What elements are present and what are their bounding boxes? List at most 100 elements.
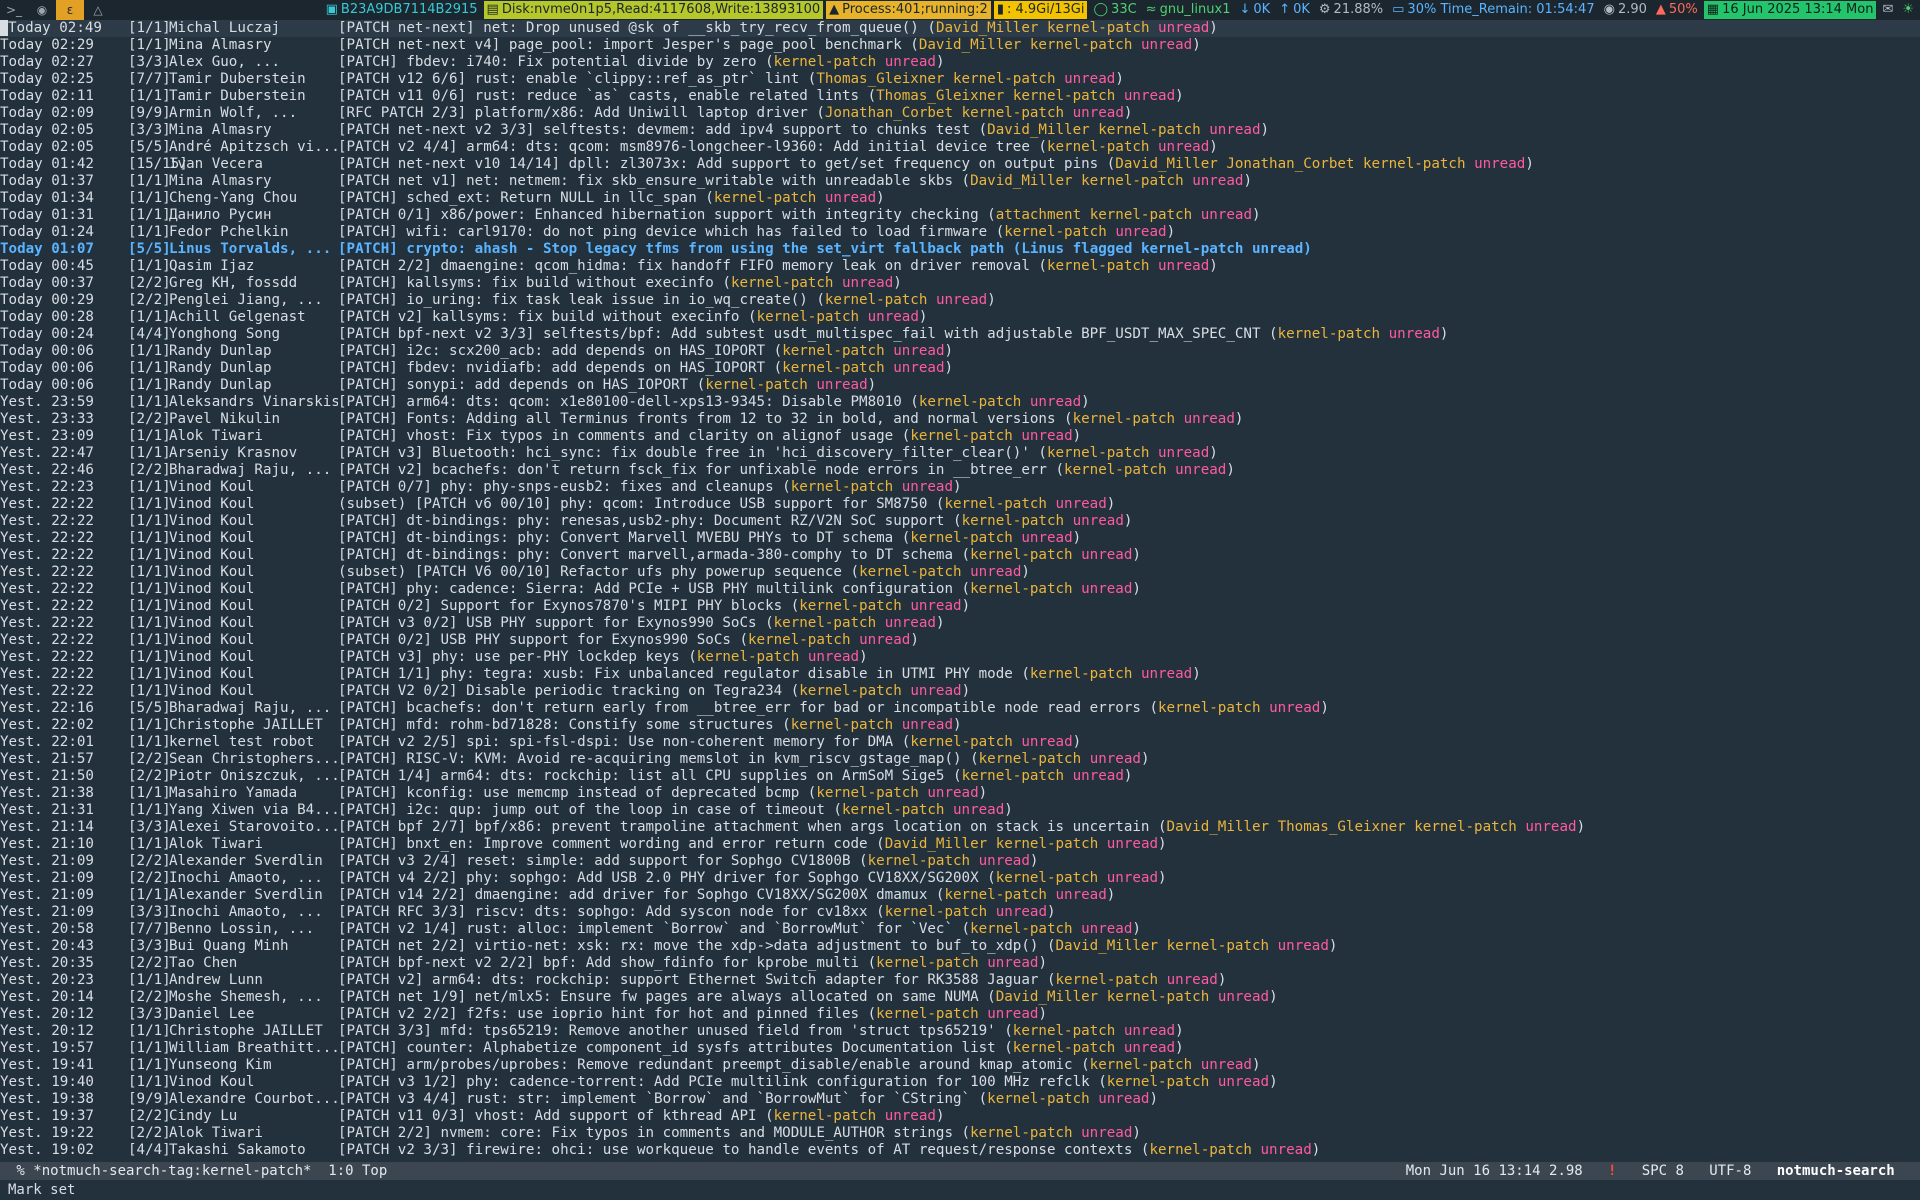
thread-row[interactable]: Today 02:27 [3/3] Alex Guo, ... [PATCH] fbd… [0, 54, 1920, 71]
thread-row[interactable]: Yest. 20:23 [1/1] Andrew Lunn [PATCH v2] ar… [0, 972, 1920, 989]
thread-row[interactable]: Yest. 19:57 [1/1] William Breathitt... [PAT… [0, 1040, 1920, 1057]
tag-label: kernel-patch [1029, 37, 1133, 53]
thread-row[interactable]: Yest. 21:09 [3/3] Inochi Amaoto, ... [PATCH… [0, 904, 1920, 921]
thread-row[interactable]: Yest. 21:31 [1/1] Yang Xiwen via B4... [PAT… [0, 802, 1920, 819]
modeline-warning: ! [1608, 1163, 1617, 1179]
thread-row[interactable]: Yest. 22:22 [1/1] Vinod Koul [PATCH 1/1] ph… [0, 666, 1920, 683]
thread-row[interactable]: Yest. 19:37 [2/2] Cindy Lu [PATCH v11 0/3] … [0, 1108, 1920, 1125]
thread-tags: (kernel-patch unread) [679, 649, 868, 665]
thread-count: [5/5] [128, 700, 171, 716]
thread-row[interactable]: Today 01:07 [5/5] Linus Torvalds, ... [PATC… [0, 241, 1920, 258]
thread-row[interactable]: Today 00:06 [1/1] Randy Dunlap [PATCH] i2c:… [0, 343, 1920, 360]
tag-label: unread [1021, 428, 1073, 444]
thread-row[interactable]: Yest. 22:22 [1/1] Vinod Koul [PATCH] dt-bin… [0, 547, 1920, 564]
browser-workspace-icon[interactable]: ◉ [28, 0, 56, 20]
thread-subject-cell: [PATCH] phy: cadence: Sierra: Add PCIe +… [338, 581, 1920, 598]
thread-row[interactable]: Today 01:24 [1/1] Fedor Pchelkin [PATCH] wi… [0, 224, 1920, 241]
tag-label: kernel-patch [918, 394, 1022, 410]
thread-row[interactable]: Yest. 22:46 [2/2] Bharadwaj Raju, ... [PATC… [0, 462, 1920, 479]
thread-row[interactable]: Today 00:06 [1/1] Randy Dunlap [PATCH] fbde… [0, 360, 1920, 377]
thread-row[interactable]: Today 02:25 [7/7] Tamir Duberstein [PATCH v… [0, 71, 1920, 88]
thread-row[interactable]: Yest. 20:12 [3/3] Daniel Lee [PATCH v2 2/2]… [0, 1006, 1920, 1023]
thread-row[interactable]: Today 00:45 [1/1] Qasim Ijaz [PATCH 2/2] dm… [0, 258, 1920, 275]
thread-row[interactable]: Yest. 19:38 [9/9] Alexandre Courbot... [PAT… [0, 1091, 1920, 1108]
thread-row[interactable]: Yest. 22:22 [1/1] Vinod Koul [PATCH] dt-bin… [0, 513, 1920, 530]
thread-count: [1/1] [128, 190, 171, 206]
thread-row[interactable]: Yest. 19:02 [4/4] Takashi Sakamoto [PATCH v… [0, 1142, 1920, 1159]
thread-row[interactable]: Yest. 22:22 [1/1] Vinod Koul [PATCH 0/2] Su… [0, 598, 1920, 615]
thread-date: Yest. 19:40 [0, 1074, 94, 1090]
thread-row[interactable]: Today 02:11 [1/1] Tamir Duberstein [PATCH v… [0, 88, 1920, 105]
thread-row[interactable]: Yest. 22:47 [1/1] Arseniy Krasnov [PATCH v3… [0, 445, 1920, 462]
tag-label: David_Miller [1055, 938, 1159, 954]
battery-icon: ▭ [1392, 2, 1405, 17]
thread-row[interactable]: Today 01:34 [1/1] Cheng-Yang Chou [PATCH] s… [0, 190, 1920, 207]
volume-indicator[interactable]: ▲ 50% [1653, 1, 1701, 19]
thread-row[interactable]: Yest. 22:22 [1/1] Vinod Koul (subset) [PATC… [0, 496, 1920, 513]
minibuffer[interactable]: Mark set [0, 1180, 1920, 1200]
thread-row[interactable]: Yest. 21:09 [2/2] Inochi Amaoto, ... [PATCH… [0, 870, 1920, 887]
thread-row[interactable]: Yest. 23:09 [1/1] Alok Tiwari [PATCH] vhost… [0, 428, 1920, 445]
thread-row[interactable]: Yest. 22:01 [1/1] kernel test robot [PATCH … [0, 734, 1920, 751]
thread-subject: [PATCH] phy: cadence: Sierra: Add PCIe +… [338, 581, 953, 597]
thread-row[interactable]: Yest. 20:35 [2/2] Tao Chen [PATCH bpf-next … [0, 955, 1920, 972]
thread-row[interactable]: Today 00:24 [4/4] Yonghong Song [PATCH bpf-… [0, 326, 1920, 343]
thread-row[interactable]: Yest. 21:50 [2/2] Piotr Oniszczuk, ... [PAT… [0, 768, 1920, 785]
thread-subject: [PATCH v2] arm64: dts: rockchip: support… [338, 972, 1039, 988]
thread-row[interactable]: Today 00:06 [1/1] Randy Dunlap [PATCH] sony… [0, 377, 1920, 394]
thread-row[interactable]: Yest. 20:12 [1/1] Christophe JAILLET [PATCH… [0, 1023, 1920, 1040]
thread-row[interactable]: Today 00:37 [2/2] Greg KH, fossdd [PATCH] k… [0, 275, 1920, 292]
tag-label: unread [1183, 411, 1235, 427]
thread-row[interactable]: Today 01:37 [1/1] Mina Almasry [PATCH net v… [0, 173, 1920, 190]
thread-subject: [PATCH V2 0/2] Disable periodic tracking… [338, 683, 783, 699]
thread-count: [1/1] [128, 377, 171, 393]
thread-row[interactable]: Yest. 23:59 [1/1] Aleksandrs Vinarskis [PAT… [0, 394, 1920, 411]
tux-workspace-icon[interactable]: △ [84, 0, 112, 20]
thread-row[interactable]: Yest. 19:41 [1/1] Yunseong Kim [PATCH] arm/… [0, 1057, 1920, 1074]
thread-row[interactable]: Yest. 22:22 [1/1] Vinod Koul [PATCH v3] phy… [0, 649, 1920, 666]
thread-row[interactable]: Yest. 21:14 [3/3] Alexei Starovoito... [PAT… [0, 819, 1920, 836]
thread-row[interactable]: Yest. 22:22 [1/1] Vinod Koul [PATCH v3 0/2]… [0, 615, 1920, 632]
thread-date: Today 01:31 [0, 207, 94, 223]
thread-row[interactable]: Yest. 21:09 [1/1] Alexander Sverdlin [PATCH… [0, 887, 1920, 904]
thread-row[interactable]: Yest. 22:02 [1/1] Christophe JAILLET [PATCH… [0, 717, 1920, 734]
thread-row[interactable]: Yest. 22:23 [1/1] Vinod Koul [PATCH 0/7] ph… [0, 479, 1920, 496]
thread-row[interactable]: Today 01:31 [1/1] Данило Русин [PATCH 0/1] … [0, 207, 1920, 224]
thread-row[interactable]: Yest. 21:09 [2/2] Alexander Sverdlin [PATCH… [0, 853, 1920, 870]
terminal-workspace-icon[interactable]: >_ [0, 0, 28, 20]
thread-row[interactable]: Yest. 22:22 [1/1] Vinod Koul [PATCH V2 0/2]… [0, 683, 1920, 700]
thread-row[interactable]: Yest. 20:58 [7/7] Benno Lossin, ... [PATCH … [0, 921, 1920, 938]
tag-label: unread [901, 479, 954, 495]
tag-label: unread [1081, 547, 1133, 563]
thread-row[interactable]: Today 02:29 [1/1] Mina Almasry [PATCH net-n… [0, 37, 1920, 54]
thread-authors: Mina Almasry [169, 173, 272, 189]
thread-row[interactable]: Yest. 21:38 [1/1] Masahiro Yamada [PATCH] k… [0, 785, 1920, 802]
thread-row[interactable]: Yest. 21:57 [2/2] Sean Christophers... [PAT… [0, 751, 1920, 768]
tray-icon[interactable]: ☀ [1899, 1, 1917, 19]
thread-row[interactable]: Today 02:09 [9/9] Armin Wolf, ... [RFC PATC… [0, 105, 1920, 122]
thread-row[interactable]: Today 02:05 [5/5] André Apitzsch vi... [PAT… [0, 139, 1920, 156]
thread-row[interactable]: Yest. 20:43 [3/3] Bui Quang Minh [PATCH net… [0, 938, 1920, 955]
buffer-name[interactable]: % *notmuch-search-tag:kernel-patch* 1:0 … [0, 1162, 1406, 1180]
clock-indicator[interactable]: ▦ 16 Jun 2025 13:14 Mon [1703, 1, 1877, 19]
thread-row[interactable]: Yest. 22:22 [1/1] Vinod Koul [PATCH 0/2] US… [0, 632, 1920, 649]
thread-row[interactable]: Yest. 21:10 [1/1] Alok Tiwari [PATCH] bnxt_… [0, 836, 1920, 853]
thread-row[interactable]: Today 01:42 [15/15] Ivan Vecera [PATCH net-… [0, 156, 1920, 173]
thread-row[interactable]: Yest. 19:40 [1/1] Vinod Koul [PATCH v3 1/2]… [0, 1074, 1920, 1091]
thread-row[interactable]: Today 02:49 [1/1] Michal Luczaj [PATCH net-… [0, 20, 1920, 37]
thread-row[interactable]: Yest. 20:14 [2/2] Moshe Shemesh, ... [PATCH… [0, 989, 1920, 1006]
thread-row[interactable]: Today 02:05 [3/3] Mina Almasry [PATCH net-n… [0, 122, 1920, 139]
thread-row[interactable]: Today 00:29 [2/2] Penglei Jiang, ... [PATCH… [0, 292, 1920, 309]
thread-row[interactable]: Today 00:28 [1/1] Achill Gelgenast [PATCH v… [0, 309, 1920, 326]
thread-row[interactable]: Yest. 23:33 [2/2] Pavel Nikulin [PATCH] Fon… [0, 411, 1920, 428]
thread-subject: [PATCH] Fonts: Adding all Terminus front… [338, 411, 1056, 427]
thread-row[interactable]: Yest. 22:22 [1/1] Vinod Koul [PATCH] dt-bin… [0, 530, 1920, 547]
thread-row[interactable]: Yest. 22:22 [1/1] Vinod Koul (subset) [PATC… [0, 564, 1920, 581]
mail-icon[interactable]: ✉ [1879, 1, 1896, 19]
disk-icon: ▤ [486, 2, 499, 17]
emacs-workspace-icon[interactable]: ε [56, 0, 84, 20]
thread-row[interactable]: Yest. 19:22 [2/2] Alok Tiwari [PATCH 2/2] n… [0, 1125, 1920, 1142]
thread-row[interactable]: Yest. 22:22 [1/1] Vinod Koul [PATCH] phy: c… [0, 581, 1920, 598]
thread-row[interactable]: Yest. 22:16 [5/5] Bharadwaj Raju, ... [PATC… [0, 700, 1920, 717]
thread-subject-cell: [PATCH bpf-next v2 2/2] bpf: Add show_fd… [338, 955, 1920, 972]
